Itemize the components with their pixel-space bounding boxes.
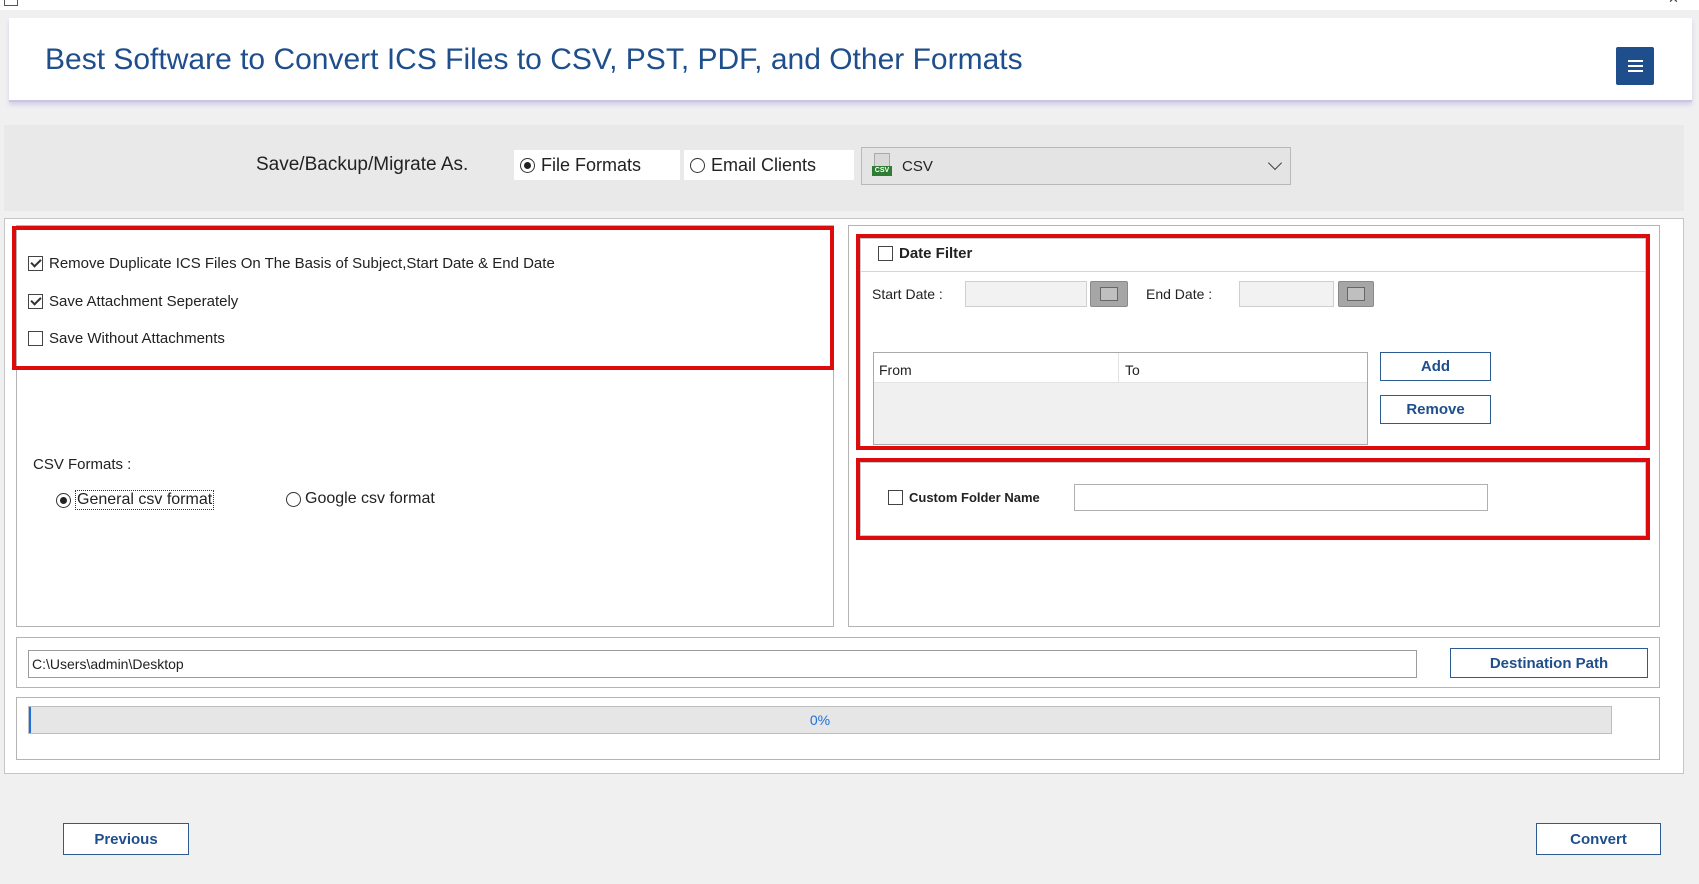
csv-formats-label: CSV Formats : xyxy=(33,456,132,473)
window-titlebar: – ✕ xyxy=(0,0,1699,10)
destination-path-input[interactable]: C:\Users\admin\Desktop xyxy=(28,650,1417,678)
csv-file-icon: CSV xyxy=(872,153,892,179)
previous-button[interactable]: Previous xyxy=(63,823,189,855)
highlight-box-options xyxy=(12,226,834,370)
format-dropdown[interactable]: CSV CSV xyxy=(861,147,1291,185)
convert-button[interactable]: Convert xyxy=(1536,823,1661,855)
header: Best Software to Convert ICS Files to CS… xyxy=(9,18,1692,102)
radio-selected-icon xyxy=(520,157,535,173)
minimize-icon[interactable]: – xyxy=(1612,0,1619,6)
email-clients-label: Email Clients xyxy=(711,154,817,175)
format-dropdown-value: CSV xyxy=(902,157,933,175)
close-icon[interactable]: ✕ xyxy=(1668,0,1679,7)
page-title: Best Software to Convert ICS Files to CS… xyxy=(45,43,1023,76)
save-as-label: Save/Backup/Migrate As. xyxy=(256,154,469,175)
google-csv-label: Google csv format xyxy=(305,490,435,507)
file-formats-label: File Formats xyxy=(541,154,642,175)
highlight-box-custom-folder xyxy=(856,458,1650,540)
radio-unselected-icon xyxy=(286,491,301,507)
general-csv-radio[interactable]: General csv format xyxy=(56,490,215,510)
destination-path-button[interactable]: Destination Path xyxy=(1450,648,1648,678)
radio-selected-icon xyxy=(56,492,71,508)
window-icon xyxy=(4,0,18,6)
highlight-box-date-filter xyxy=(856,234,1650,450)
chevron-down-icon xyxy=(1267,155,1283,171)
file-formats-radio[interactable]: File Formats xyxy=(514,150,680,180)
general-csv-label: General csv format xyxy=(75,490,215,510)
menu-button[interactable] xyxy=(1616,47,1654,85)
email-clients-radio[interactable]: Email Clients xyxy=(684,150,854,180)
hamburger-icon xyxy=(1627,60,1643,62)
progress-text: 0% xyxy=(809,712,831,728)
google-csv-radio[interactable]: Google csv format xyxy=(286,490,435,508)
radio-unselected-icon xyxy=(690,157,705,173)
